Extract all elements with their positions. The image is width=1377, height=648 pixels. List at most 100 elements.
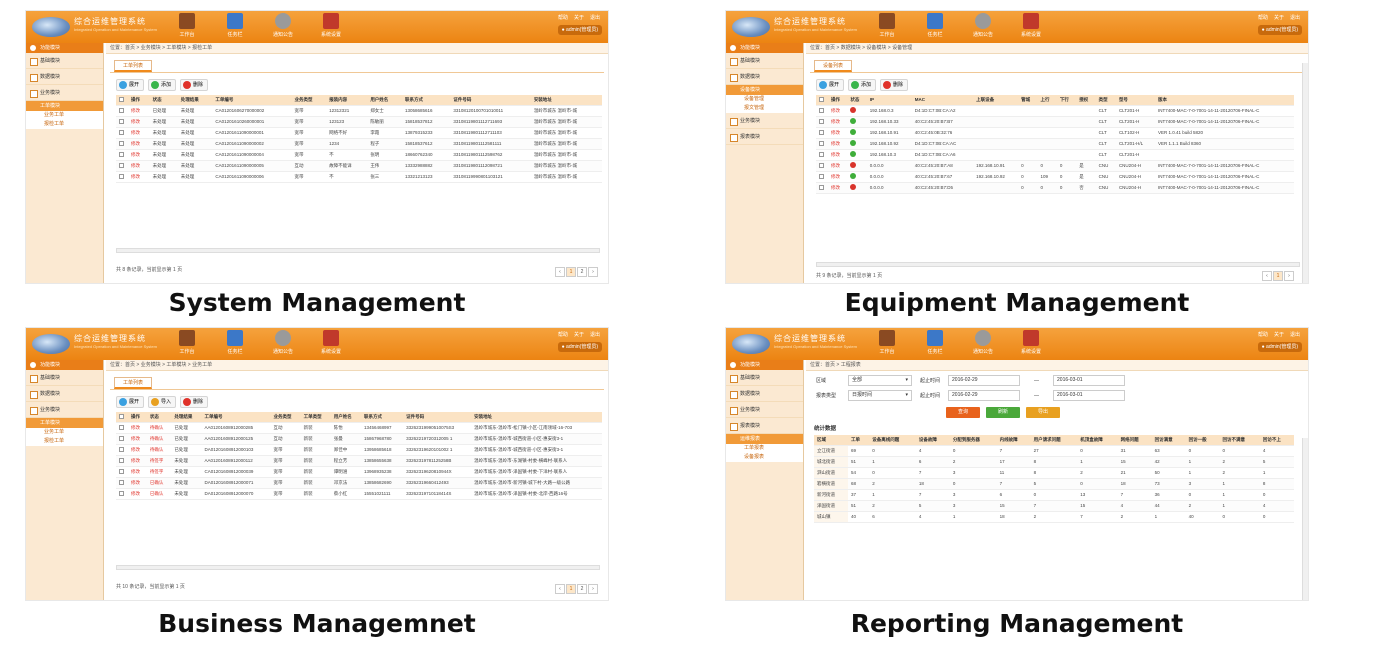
row-checkbox[interactable]	[116, 422, 128, 434]
page-2[interactable]: 2	[577, 267, 587, 277]
nav-settings[interactable]: 系统设置	[312, 13, 350, 38]
report-type-select[interactable]: 日报时间 ▾	[848, 390, 912, 401]
edit-link[interactable]: 修改	[128, 127, 150, 139]
page-1[interactable]: 1	[566, 584, 576, 594]
table-row[interactable]: 箬横街道 68 2 18 0 7 5 0 18 73 3 1 8	[814, 478, 1294, 490]
tab-order-list[interactable]: 工单列表	[114, 377, 153, 389]
sidebar-item-report[interactable]: 报表模块	[726, 418, 803, 434]
table-row[interactable]: 修改 未处理 未处理 CA01201610260000001 宽带 123123 陈敏丽 15…	[116, 116, 602, 128]
query-button[interactable]: 查询	[946, 407, 980, 418]
nav-tasks[interactable]: 任务栏	[216, 13, 254, 38]
table-row[interactable]: 修改 已确认 未处理 DA01201608912000071 宽带 新装 邓京法 138586…	[116, 477, 602, 489]
edit-link[interactable]: 修改	[128, 466, 147, 478]
nav-notices[interactable]: 通知公告	[964, 13, 1002, 38]
sidebar-item-business[interactable]: 业务模块	[26, 402, 103, 418]
help-link[interactable]: 帮助	[558, 14, 568, 21]
sidebar-leaf-business-order[interactable]: 业务工单	[26, 428, 103, 437]
edit-link[interactable]: 修改	[128, 477, 147, 489]
sidebar-leaf-business-order[interactable]: 业务工单	[26, 111, 103, 120]
row-checkbox[interactable]	[816, 138, 828, 150]
table-row[interactable]: 修改 未处理 未处理 CA01201611090000005 互动 故障不能详 王伟 1333…	[116, 160, 602, 172]
table-row[interactable]: 修改 192.168.0.3 D4:1D:C7:0B:CA:A2 CLT CLT201-…	[816, 105, 1294, 117]
edit-link[interactable]: 修改	[128, 116, 150, 128]
row-checkbox[interactable]	[816, 182, 828, 194]
table-row[interactable]: 修改 192.168.10.92 D4:1D:C7:0B:CA:AC CLT CLT20…	[816, 138, 1294, 150]
about-link[interactable]: 关于	[1274, 331, 1284, 338]
current-user[interactable]: ● admin(管理员)	[1257, 25, 1302, 35]
edit-link[interactable]: 修改	[828, 116, 848, 128]
edit-link[interactable]: 修改	[828, 171, 848, 183]
row-checkbox[interactable]	[116, 171, 128, 183]
current-user[interactable]: ● admin(管理员)	[557, 25, 602, 35]
table-row[interactable]: 泗山街道 54 0 7 3 11 8 2 21 50 1 2 1	[814, 467, 1294, 479]
table-row[interactable]: 修改 已确认 未处理 DA01201608912000070 宽带 新装 蔡小红 155510…	[116, 488, 602, 500]
add-button[interactable]: 添加	[848, 79, 877, 91]
nav-notices[interactable]: 通知公告	[264, 330, 302, 355]
row-checkbox[interactable]	[116, 433, 128, 445]
table-row[interactable]: 修改 192.168.10.91 40:C2:45:0B:32:76 CLT CLT10…	[816, 127, 1294, 139]
sidebar-sub-workorder[interactable]: 工单模块	[26, 101, 103, 111]
row-checkbox[interactable]	[116, 488, 128, 500]
table-row[interactable]: 修改 未处理 未处理 CA01201611090000006 宽带不张三 13321213…	[116, 171, 602, 183]
vertical-scrollbar[interactable]	[1302, 63, 1308, 283]
edit-link[interactable]: 修改	[128, 444, 147, 456]
nav-tasks[interactable]: 任务栏	[916, 330, 954, 355]
start-from-date[interactable]: 2016-02-29	[948, 375, 1021, 386]
delete-button[interactable]: 删除	[180, 396, 209, 408]
table-row[interactable]: 修改 未处理 未处理 CA01201611090000004 宽带不张明 18660762…	[116, 149, 602, 161]
help-link[interactable]: 帮助	[1258, 14, 1268, 21]
sidebar-item-business[interactable]: 业务模块	[26, 85, 103, 101]
edit-link[interactable]: 修改	[128, 138, 150, 150]
edit-link[interactable]: 修改	[128, 433, 147, 445]
import-button[interactable]: 导入	[148, 396, 177, 408]
row-checkbox[interactable]	[116, 127, 128, 139]
select-all-checkbox[interactable]	[116, 95, 128, 106]
logout-link[interactable]: 退出	[1290, 331, 1300, 338]
horizontal-scrollbar[interactable]	[116, 565, 600, 570]
row-checkbox[interactable]	[116, 116, 128, 128]
row-checkbox[interactable]	[116, 477, 128, 489]
edit-link[interactable]: 修改	[128, 455, 147, 467]
vertical-scrollbar[interactable]	[1302, 438, 1308, 600]
row-checkbox[interactable]	[116, 149, 128, 161]
sidebar-leaf-message-mgmt[interactable]: 报文管理	[726, 104, 803, 113]
edit-link[interactable]: 修改	[828, 138, 848, 150]
horizontal-scrollbar[interactable]	[816, 262, 1300, 267]
edit-link[interactable]: 修改	[128, 160, 150, 172]
row-checkbox[interactable]	[816, 127, 828, 139]
sidebar-item-data[interactable]: 数据模块	[726, 69, 803, 85]
sidebar-leaf-device-mgmt[interactable]: 设备管理	[726, 95, 803, 104]
logout-link[interactable]: 退出	[590, 331, 600, 338]
edit-link[interactable]: 修改	[828, 127, 848, 139]
sidebar-item-business[interactable]: 业务模块	[726, 113, 803, 129]
sidebar-leaf-device-report[interactable]: 设备报表	[726, 453, 803, 462]
table-row[interactable]: 修改 未处理 未处理 CA01201611090000001 宽带 网络不好 李霞 13879…	[116, 127, 602, 139]
about-link[interactable]: 关于	[574, 331, 584, 338]
table-row[interactable]: 城山镇 40 6 4 1 18 2 7 2 1 40 0 0	[814, 511, 1294, 523]
table-row[interactable]: 修改 待确认 已处理 DA01201608912000103 宽带 新装 郑佳中 139586…	[116, 444, 602, 456]
row-checkbox[interactable]	[116, 138, 128, 150]
sidebar-item-basic[interactable]: 基础模块	[26, 53, 103, 69]
sidebar-leaf-inspection-order[interactable]: 报检工单	[26, 437, 103, 446]
expand-button[interactable]: 展开	[816, 79, 845, 91]
table-row[interactable]: 修改 待确认 已处理 AA01201608912000125 互动 新装 张曼 1586796…	[116, 433, 602, 445]
nav-notices[interactable]: 通知公告	[264, 13, 302, 38]
current-user[interactable]: ● admin(管理员)	[1257, 342, 1302, 352]
tab-order-list[interactable]: 工单列表	[114, 60, 153, 72]
sidebar-item-basic[interactable]: 基础模块	[726, 370, 803, 386]
table-row[interactable]: 修改 待签字 未处理 AA01201608912000112 宽带 新装 程立芳 138586…	[116, 455, 602, 467]
sidebar-item-business[interactable]: 业务模块	[726, 402, 803, 418]
refresh-button[interactable]: 刷新	[986, 407, 1020, 418]
sidebar-item-basic[interactable]: 基础模块	[26, 370, 103, 386]
next-page[interactable]: ›	[1284, 271, 1294, 281]
edit-link[interactable]: 修改	[828, 105, 848, 117]
next-page[interactable]: ›	[588, 584, 598, 594]
edit-link[interactable]: 修改	[128, 422, 147, 434]
table-row[interactable]: 泽国街道 51 2 5 3 15 7 15 4 44 2 1 4	[814, 500, 1294, 512]
table-row[interactable]: 新河街道 37 1 7 3 6 0 13 7 36 0 1 0	[814, 489, 1294, 501]
page-1[interactable]: 1	[1273, 271, 1283, 281]
edit-link[interactable]: 修改	[128, 488, 147, 500]
nav-workbench[interactable]: 工作台	[868, 13, 906, 38]
select-all-checkbox[interactable]	[116, 412, 128, 423]
table-row[interactable]: 修改 192.168.10.3 D4:1D:C7:0B:CA:A6 CLT CLT201…	[816, 149, 1294, 161]
